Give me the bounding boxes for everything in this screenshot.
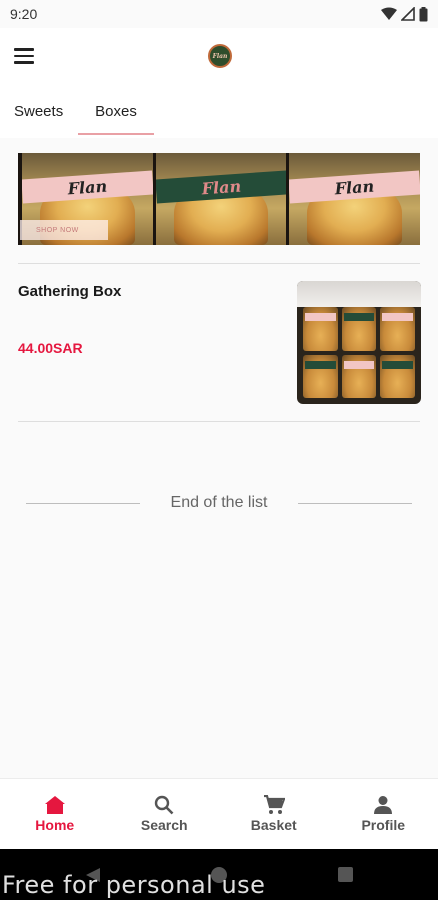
status-bar: 9:20 — [0, 0, 438, 28]
banner-flan-tile: Flan — [155, 153, 287, 245]
product-price: 44.00SAR — [18, 340, 83, 356]
search-icon — [155, 795, 174, 815]
nav-label: Search — [140, 817, 188, 833]
tab-label: Boxes — [95, 102, 137, 120]
nav-profile[interactable]: Profile — [329, 779, 438, 849]
bottom-navigation: Home Search Basket Profile — [0, 778, 438, 849]
flan-brand-label: Flan — [66, 176, 108, 198]
divider — [18, 421, 420, 422]
logo-text: Flan — [212, 52, 228, 60]
banner-flan-tile: Flan — [289, 153, 420, 245]
end-of-list: End of the list — [0, 493, 438, 513]
cart-icon — [263, 795, 285, 814]
end-line-right — [298, 503, 412, 504]
app-screen: 9:20 Flan Sweets Boxes Flan Flan Flan SH… — [0, 0, 438, 900]
home-icon — [44, 796, 65, 814]
hamburger-menu-icon[interactable] — [14, 44, 38, 68]
watermark-text: Free for personal use — [2, 871, 266, 899]
tab-sweets[interactable]: Sweets — [0, 84, 78, 138]
nav-label: Home — [35, 817, 75, 833]
recent-apps-icon[interactable] — [338, 867, 353, 882]
nav-home[interactable]: Home — [0, 779, 110, 849]
battery-icon — [419, 6, 428, 21]
wifi-icon — [381, 7, 397, 20]
signal-icon — [401, 7, 415, 21]
brand-logo: Flan — [208, 44, 232, 68]
product-name: Gathering Box — [18, 283, 122, 300]
flan-brand-label: Flan — [200, 176, 242, 198]
product-image — [297, 281, 421, 404]
nav-basket[interactable]: Basket — [219, 779, 329, 849]
flan-brand-label: Flan — [334, 176, 376, 198]
status-icons — [381, 6, 428, 22]
shop-now-label: SHOP NOW — [20, 220, 108, 240]
app-bar: Flan — [0, 28, 438, 84]
tab-boxes[interactable]: Boxes — [78, 84, 154, 138]
person-icon — [374, 796, 393, 814]
status-time: 9:20 — [10, 6, 38, 22]
product-card[interactable]: Gathering Box 44.00SAR — [0, 264, 438, 421]
promo-banner[interactable]: Flan Flan Flan SHOP NOW — [18, 153, 420, 245]
category-tabs: Sweets Boxes — [0, 84, 438, 138]
nav-search[interactable]: Search — [110, 779, 220, 849]
nav-label: Basket — [250, 817, 297, 833]
nav-label: Profile — [361, 817, 406, 833]
tab-label: Sweets — [14, 102, 64, 120]
